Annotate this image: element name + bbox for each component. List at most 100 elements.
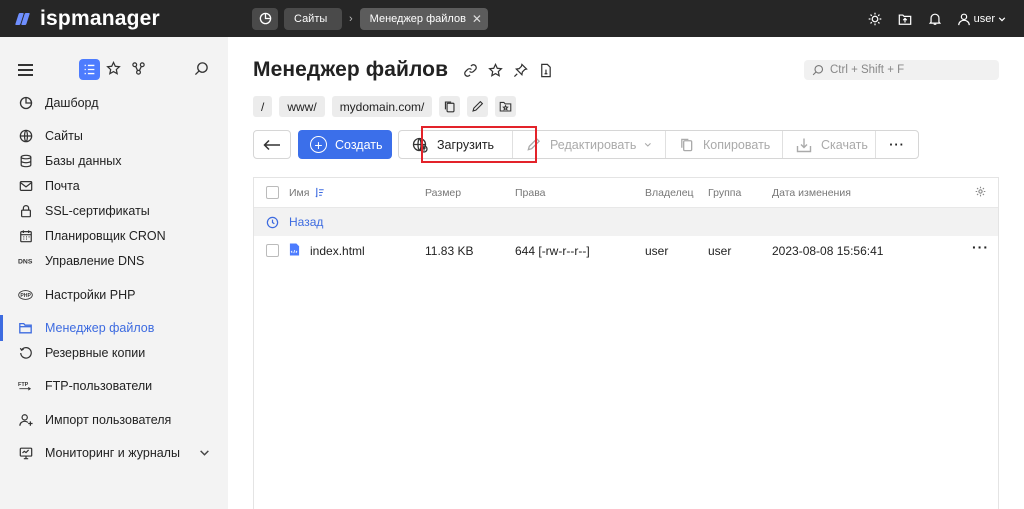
file-name[interactable]: index.html xyxy=(310,244,365,258)
sidebar-item-mail[interactable]: Почта xyxy=(0,175,228,197)
sidebar-item-label: Менеджер файлов xyxy=(45,321,155,335)
pencil-icon xyxy=(526,137,541,153)
path-root[interactable]: / xyxy=(253,96,273,117)
logo-mark-icon xyxy=(15,12,36,26)
chevron-down-icon[interactable] xyxy=(199,447,210,458)
more-actions-button[interactable]: ··· xyxy=(876,131,918,158)
hamburger-menu-icon[interactable] xyxy=(18,64,33,76)
top-bar: ispmanager Сайты › Менеджер файлов ✕ use… xyxy=(0,0,1024,37)
sidebar-item-sites[interactable]: Сайты xyxy=(0,125,228,147)
folder-icon xyxy=(18,321,33,336)
pie-chart-icon xyxy=(259,12,271,25)
sidebar-item-label: Настройки PHP xyxy=(45,288,136,302)
sidebar-item-backups[interactable]: Резервные копии xyxy=(0,342,228,364)
lock-icon xyxy=(18,204,33,219)
folder-star-icon xyxy=(500,101,512,112)
list-icon xyxy=(84,64,95,75)
sidebar-item-label: Резервные копии xyxy=(45,346,146,360)
col-size[interactable]: Размер xyxy=(425,187,461,199)
row-checkbox[interactable] xyxy=(266,244,279,257)
chevron-down-icon xyxy=(998,16,1006,21)
back-button[interactable] xyxy=(253,130,291,159)
sidebar-item-label: Дашборд xyxy=(45,96,99,110)
user-name: user xyxy=(973,12,995,25)
sidebar-item-user-import[interactable]: Импорт пользователя xyxy=(0,409,228,431)
edit-label: Редактировать xyxy=(550,137,637,152)
crumb-file-manager[interactable]: Менеджер файлов ✕ xyxy=(359,7,488,30)
col-group[interactable]: Группа xyxy=(708,187,741,199)
sidebar-item-label: Планировщик CRON xyxy=(45,229,166,243)
crumb-file-manager-label: Менеджер файлов xyxy=(369,12,466,25)
file-group: user xyxy=(708,244,732,258)
star-icon[interactable] xyxy=(487,62,503,78)
history-back-icon xyxy=(266,216,279,228)
upload-folder-icon[interactable] xyxy=(897,11,913,27)
theme-sun-icon[interactable] xyxy=(867,11,883,27)
backup-icon xyxy=(18,346,33,361)
file-size: 11.83 KB xyxy=(425,244,474,258)
table-settings-icon[interactable] xyxy=(975,186,986,200)
col-owner[interactable]: Владелец xyxy=(645,187,694,199)
sidebar-item-file-manager[interactable]: Менеджер файлов xyxy=(0,315,228,341)
file-modified: 2023-08-08 15:56:41 xyxy=(772,244,884,258)
col-name[interactable]: Имя xyxy=(289,187,325,199)
dashboard-crumb-button[interactable] xyxy=(252,7,278,30)
edit-button[interactable]: Редактировать xyxy=(513,131,666,158)
close-icon[interactable]: ✕ xyxy=(472,12,482,26)
menu-list-view-button[interactable] xyxy=(79,59,100,80)
arrow-left-icon xyxy=(263,139,280,150)
download-icon xyxy=(796,137,812,153)
copy-path-button[interactable] xyxy=(439,96,461,117)
bell-icon[interactable] xyxy=(927,11,943,27)
sidebar-item-label: Управление DNS xyxy=(45,254,145,268)
info-doc-icon[interactable] xyxy=(537,62,553,78)
search-icon[interactable] xyxy=(194,61,209,79)
file-actions-group: Загрузить Редактировать Копировать Скача… xyxy=(398,130,919,159)
pin-icon[interactable] xyxy=(512,62,528,78)
table-header: Имя Размер Права Владелец Группа Дата из… xyxy=(254,178,998,207)
sidebar-item-dashboard[interactable]: Дашборд xyxy=(0,92,228,114)
file-table: Имя Размер Права Владелец Группа Дата из… xyxy=(253,177,999,509)
top-breadcrumb: Сайты › Менеджер файлов ✕ xyxy=(252,0,488,37)
star-icon[interactable] xyxy=(106,60,121,79)
crumb-sites[interactable]: Сайты xyxy=(284,7,342,30)
pencil-icon xyxy=(472,100,484,112)
search-placeholder: Ctrl + Shift + F xyxy=(830,64,905,76)
download-label: Скачать xyxy=(821,137,868,152)
sidebar-item-php[interactable]: PHP Настройки PHP xyxy=(0,284,228,306)
sidebar-item-label: FTP-пользователи xyxy=(45,379,153,393)
sidebar-item-cron[interactable]: Планировщик CRON xyxy=(0,225,228,247)
path-domain[interactable]: mydomain.com/ xyxy=(331,96,433,117)
user-menu[interactable]: user xyxy=(957,12,1006,26)
global-search-input[interactable]: Ctrl + Shift + F xyxy=(804,60,999,80)
path-www[interactable]: www/ xyxy=(279,96,325,117)
bookmark-path-button[interactable] xyxy=(495,96,517,117)
sidebar-item-ssl[interactable]: SSL-сертификаты xyxy=(0,200,228,222)
svg-text:DNS: DNS xyxy=(18,259,33,266)
pie-chart-icon xyxy=(18,96,33,111)
nodes-icon[interactable] xyxy=(131,61,146,79)
search-icon xyxy=(812,64,824,76)
back-row[interactable]: Назад xyxy=(254,207,998,236)
col-modified[interactable]: Дата изменения xyxy=(772,187,851,199)
row-more-icon[interactable]: ··· xyxy=(972,239,989,255)
logo[interactable]: ispmanager xyxy=(0,0,252,37)
sidebar-item-dns[interactable]: DNS Управление DNS xyxy=(0,250,228,272)
create-button[interactable]: + Создать xyxy=(298,130,392,159)
sidebar-item-label: SSL-сертификаты xyxy=(45,204,150,218)
edit-path-button[interactable] xyxy=(467,96,489,117)
download-button[interactable]: Скачать xyxy=(783,131,876,158)
upload-button[interactable]: Загрузить xyxy=(399,131,513,158)
html-file-icon xyxy=(289,243,300,259)
link-icon[interactable] xyxy=(462,62,478,78)
sidebar-item-databases[interactable]: Базы данных xyxy=(0,150,228,172)
sidebar-item-monitoring[interactable]: Мониторинг и журналы xyxy=(0,442,228,464)
copy-button[interactable]: Копировать xyxy=(666,131,783,158)
sidebar-item-label: Базы данных xyxy=(45,154,122,168)
select-all-checkbox[interactable] xyxy=(266,186,279,199)
table-row[interactable]: index.html 11.83 KB 644 [-rw-r--r--] use… xyxy=(254,236,998,265)
mail-icon xyxy=(18,179,33,194)
col-rights[interactable]: Права xyxy=(515,187,546,199)
database-icon xyxy=(18,154,33,169)
sidebar-item-ftp[interactable]: FTP FTP-пользователи xyxy=(0,375,228,397)
